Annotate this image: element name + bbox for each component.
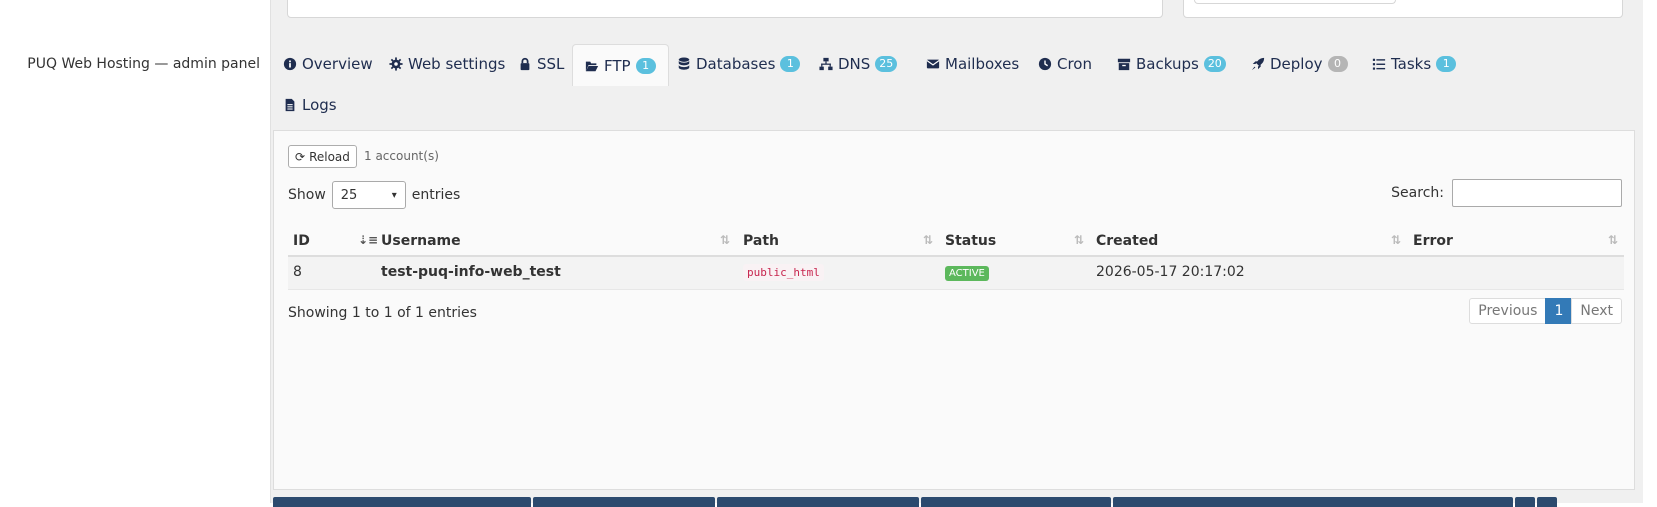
cell-username: test-puq-info-web_test [381, 264, 561, 280]
folder-open-icon [585, 59, 599, 73]
previous-button[interactable]: Previous [1469, 298, 1547, 324]
tab-deploy[interactable]: Deploy 0 [1239, 44, 1360, 84]
column-header-error[interactable]: Error [1413, 233, 1453, 249]
tab-mailboxes[interactable]: Mailboxes [914, 44, 1031, 84]
archive-icon [1117, 57, 1131, 71]
show-label: Show [288, 187, 326, 203]
column-header-username[interactable]: Username [381, 233, 461, 249]
database-icon [677, 57, 691, 71]
lock-icon [518, 57, 532, 71]
tab-dns[interactable]: DNS 25 [807, 44, 909, 84]
column-header-created[interactable]: Created [1096, 233, 1158, 249]
tab-label: FTP [604, 56, 631, 75]
entries-select[interactable]: 25 ▾ [331, 181, 406, 209]
bottom-toolbar-strip [273, 497, 1637, 507]
tab-label: Tasks [1391, 55, 1432, 73]
rocket-icon [1251, 57, 1265, 71]
tab-label: Backups [1136, 55, 1199, 73]
next-button[interactable]: Next [1571, 298, 1622, 324]
tab-badge: 1 [635, 57, 656, 74]
column-header-path[interactable]: Path [743, 233, 779, 249]
panel-label: PUQ Web Hosting — admin panel [27, 56, 260, 72]
tab-label: Databases [696, 55, 776, 73]
tab-tasks[interactable]: Tasks 1 [1360, 44, 1468, 84]
tab-badge: 25 [875, 56, 898, 72]
table-row[interactable]: 8 test-puq-info-web_test public_html ACT… [288, 257, 1624, 290]
page-button-current[interactable]: 1 [1545, 298, 1573, 324]
reload-label: Reload [309, 149, 350, 164]
search-control: Search: [1391, 179, 1622, 207]
reload-button[interactable]: ⟳ Reload [288, 145, 357, 168]
tab-overview[interactable]: Overview [271, 44, 385, 84]
tab-logs[interactable]: Logs [271, 85, 349, 125]
top-card-left [287, 0, 1163, 18]
gear-icon [389, 57, 403, 71]
sort-icon[interactable]: ⇅ [1074, 233, 1084, 247]
tab-cron[interactable]: Cron [1026, 44, 1104, 84]
tab-label: Mailboxes [945, 55, 1020, 73]
file-icon [283, 98, 297, 112]
chevron-down-icon: ▾ [391, 189, 397, 201]
tab-backups[interactable]: Backups 20 [1105, 44, 1238, 84]
info-circle-icon [283, 57, 297, 71]
tab-label: Deploy [1270, 55, 1323, 73]
tab-ftp[interactable]: FTP 1 [572, 44, 669, 86]
sort-icon[interactable]: ⇅ [720, 233, 730, 247]
tab-label: Logs [302, 96, 337, 114]
column-header-status[interactable]: Status [945, 233, 996, 249]
hosting-panel: Overview Web settings SSL FTP 1 Database… [270, 0, 1643, 507]
tab-badge: 1 [1436, 56, 1457, 72]
envelope-icon [926, 57, 940, 71]
tab-badge: 20 [1203, 56, 1226, 72]
table-header: ID ⇣≡ Username ⇅ Path ⇅ Status ⇅ Created… [288, 227, 1624, 257]
table-info: Showing 1 to 1 of 1 entries [288, 305, 477, 321]
search-input[interactable] [1452, 179, 1622, 207]
status-badge: ACTIVE [945, 266, 989, 281]
sort-icon[interactable]: ⇅ [923, 233, 933, 247]
tab-label: SSL [537, 55, 565, 73]
sitemap-icon [819, 57, 833, 71]
cell-id: 8 [293, 264, 302, 280]
tab-badge: 1 [780, 56, 801, 72]
cell-status: ACTIVE [945, 264, 989, 281]
search-label: Search: [1391, 185, 1444, 201]
column-header-id[interactable]: ID [293, 233, 310, 249]
cell-path: public_html [743, 264, 824, 281]
length-control: Show 25 ▾ entries [288, 181, 460, 209]
sort-desc-icon[interactable]: ⇣≡ [358, 233, 378, 247]
list-icon [1372, 57, 1386, 71]
entries-label: entries [411, 187, 461, 203]
cell-created: 2026-05-17 20:17:02 [1096, 264, 1245, 280]
path-code: public_html [743, 264, 824, 281]
tab-label: Cron [1057, 55, 1092, 73]
tab-label: DNS [838, 55, 871, 73]
ftp-accounts-table: ID ⇣≡ Username ⇅ Path ⇅ Status ⇅ Created… [288, 227, 1624, 290]
entries-selected: 25 [340, 187, 358, 203]
tab-label: Web settings [408, 55, 506, 73]
tab-databases[interactable]: Databases 1 [665, 44, 812, 84]
tab-ssl[interactable]: SSL [506, 44, 576, 84]
sort-icon[interactable]: ⇅ [1391, 233, 1401, 247]
clock-icon [1038, 57, 1052, 71]
tab-badge: 0 [1327, 56, 1348, 72]
ftp-tab-content: ⟳ Reload 1 account(s) Show 25 ▾ entries … [273, 130, 1635, 490]
top-card-right [1183, 0, 1623, 18]
account-count: 1 account(s) [364, 149, 439, 163]
pagination: Previous 1 Next [1469, 298, 1622, 324]
refresh-icon: ⟳ [295, 149, 306, 164]
tab-web-settings[interactable]: Web settings [377, 44, 517, 84]
sort-icon[interactable]: ⇅ [1608, 233, 1618, 247]
tab-label: Overview [302, 55, 373, 73]
